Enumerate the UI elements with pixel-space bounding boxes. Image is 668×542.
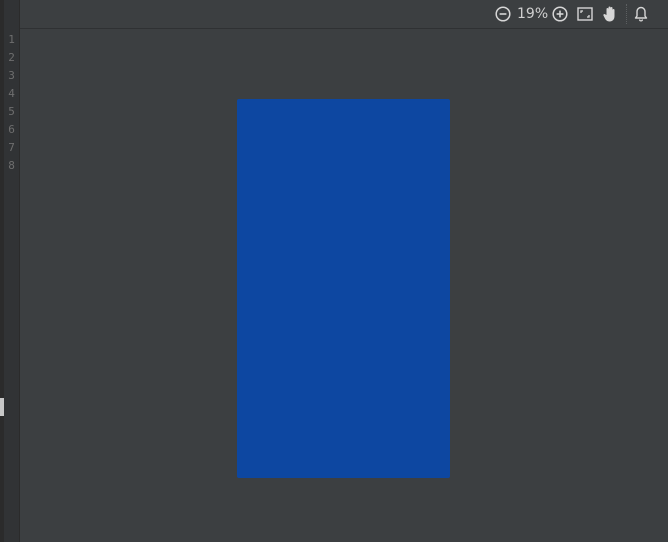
line-number: 1 (8, 33, 15, 46)
plus-circle-icon (552, 6, 568, 22)
line-number: 2 (8, 51, 15, 64)
device-preview[interactable] (237, 99, 450, 478)
editor-gutter: 1 2 3 4 5 6 7 8 (4, 0, 20, 542)
actual-size-icon (577, 7, 593, 21)
line-numbers: 1 2 3 4 5 6 7 8 (4, 31, 19, 175)
zoom-in-button[interactable] (549, 3, 571, 25)
toolbar-separator (626, 4, 627, 24)
line-number: 4 (8, 87, 15, 100)
line-number: 5 (8, 105, 15, 118)
design-canvas[interactable] (20, 29, 668, 542)
hand-icon (603, 6, 615, 22)
preview-toolbar: 19% (20, 0, 668, 29)
zoom-level: 19% (517, 6, 549, 22)
zoom-out-button[interactable] (492, 3, 514, 25)
line-number: 8 (8, 159, 15, 172)
notifications-button[interactable] (630, 3, 652, 25)
line-number: 6 (8, 123, 15, 136)
actual-size-button[interactable] (574, 3, 596, 25)
pan-tool-button[interactable] (599, 3, 621, 25)
minus-circle-icon (495, 6, 511, 22)
line-number: 3 (8, 69, 15, 82)
line-number: 7 (8, 141, 15, 154)
bell-icon (634, 6, 648, 22)
